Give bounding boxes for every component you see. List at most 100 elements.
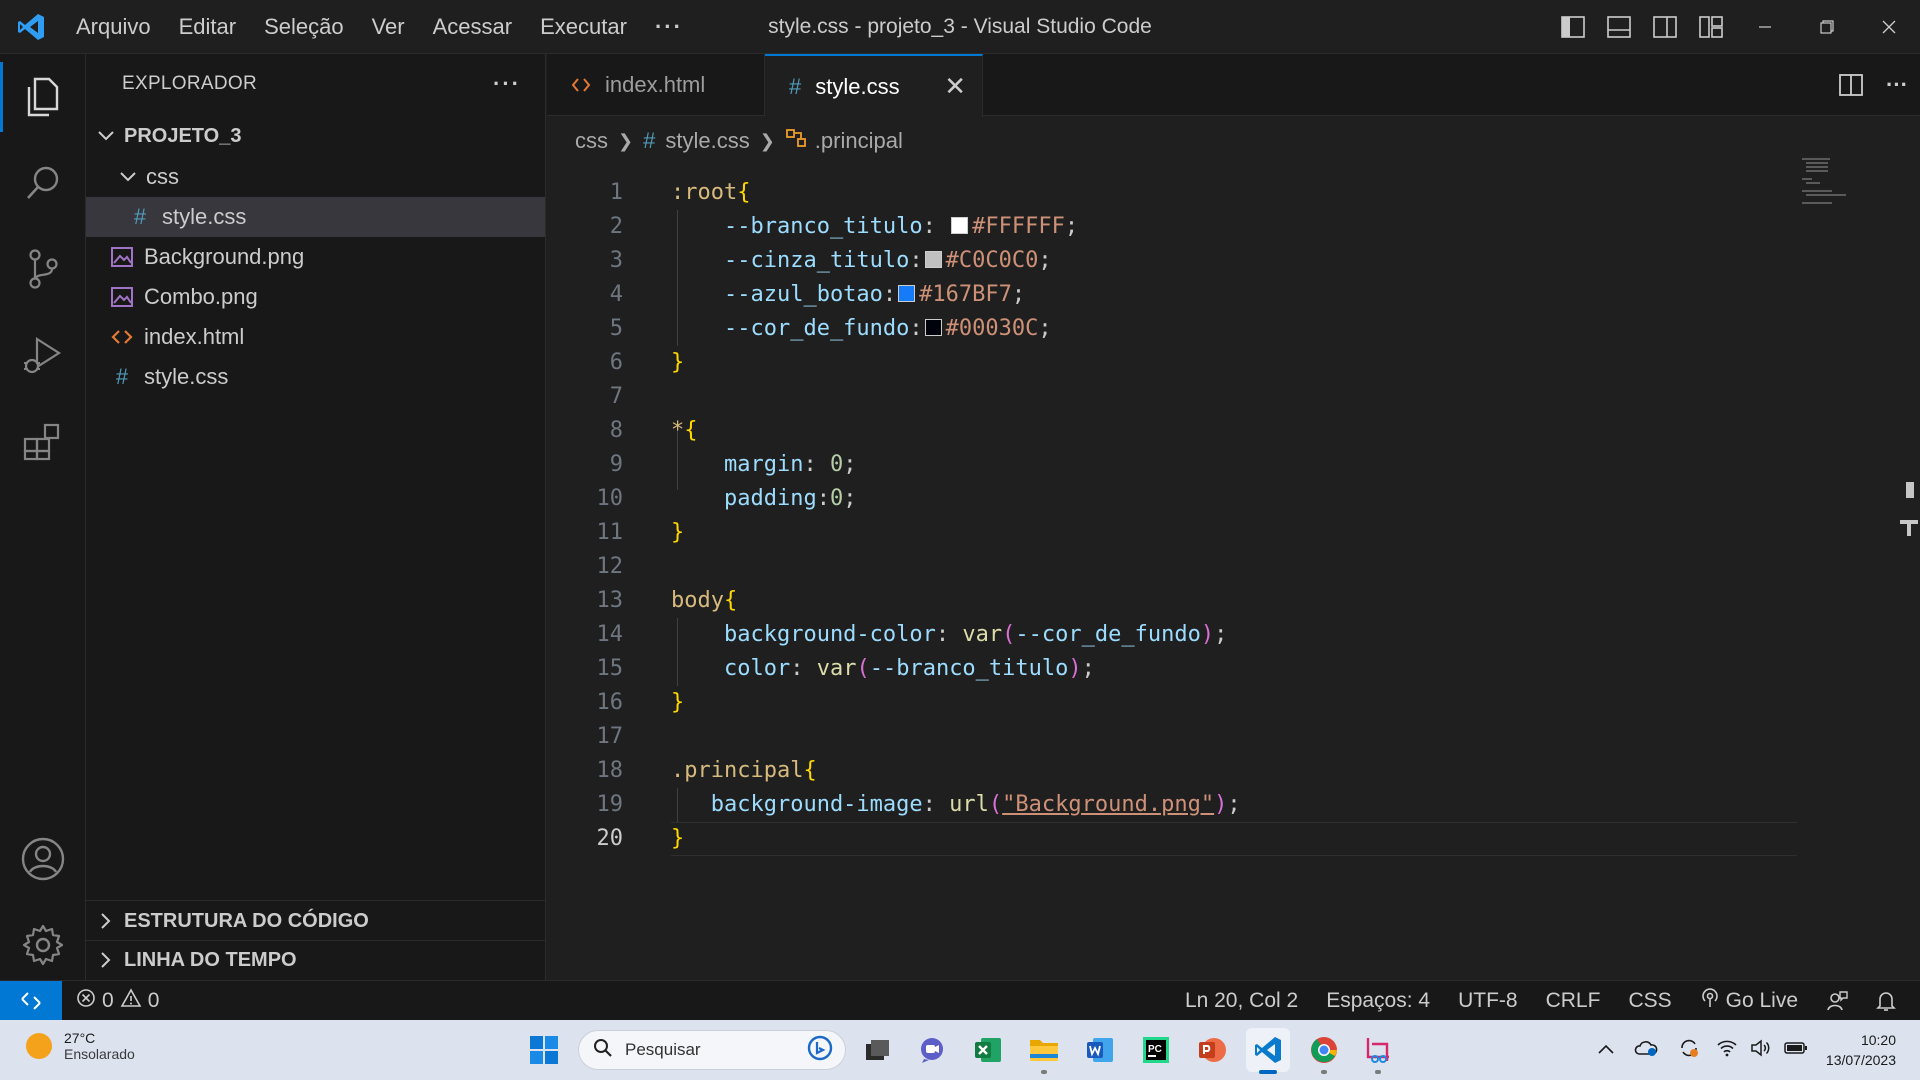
split-editor-icon[interactable] — [1828, 58, 1874, 112]
file-explorer-icon[interactable] — [1022, 1028, 1066, 1074]
language-mode[interactable]: CSS — [1614, 989, 1685, 1013]
menu-arquivo[interactable]: Arquivo — [62, 0, 165, 54]
sync-icon[interactable] — [1668, 1037, 1710, 1064]
system-tray: 10:20 13/07/2023 — [1588, 1020, 1920, 1080]
battery-icon[interactable] — [1778, 1040, 1814, 1061]
extensions-icon[interactable] — [0, 398, 86, 484]
teams-chat-icon[interactable] — [910, 1028, 954, 1072]
tree-folder-css[interactable]: css — [86, 157, 545, 197]
breadcrumb-symbol[interactable]: .principal — [815, 128, 903, 154]
chrome-icon[interactable] — [1302, 1028, 1346, 1074]
breadcrumb-file[interactable]: style.css — [665, 128, 749, 154]
line-number: 11 — [596, 520, 624, 545]
account-icon[interactable] — [0, 816, 86, 902]
explorer-icon[interactable] — [0, 54, 86, 140]
timeline-panel-header[interactable]: LINHA DO TEMPO — [86, 940, 545, 980]
problems-indicator[interactable]: 0 0 — [76, 987, 159, 1014]
explorer-more-button[interactable]: ··· — [493, 71, 521, 97]
feedback-icon[interactable] — [1812, 990, 1862, 1012]
tree-item-label: Combo.png — [144, 284, 258, 309]
settings-gear-icon[interactable] — [0, 902, 86, 988]
code-line: 1:root{ — [547, 176, 1797, 210]
taskbar-search-box[interactable]: Pesquisar — [578, 1030, 846, 1070]
pycharm-icon[interactable]: PC — [1134, 1028, 1178, 1072]
tree-file-style-css[interactable]: # style.css — [86, 357, 545, 397]
tree-file-css-style[interactable]: # style.css — [86, 197, 545, 237]
cursor-position[interactable]: Ln 20, Col 2 — [1171, 989, 1312, 1013]
close-tab-icon[interactable]: ✕ — [944, 71, 966, 102]
code-token: { — [684, 418, 698, 443]
tree-file-index-html[interactable]: index.html — [86, 317, 545, 357]
menu-editar[interactable]: Editar — [165, 0, 250, 54]
line-content: padding:0; — [671, 482, 856, 516]
tab-index-html[interactable]: index.html — [547, 54, 765, 116]
wifi-icon[interactable] — [1710, 1039, 1744, 1062]
run-debug-icon[interactable] — [0, 312, 86, 398]
toggle-primary-sidebar-icon[interactable] — [1550, 0, 1596, 54]
weather-widget[interactable]: 27°C Ensolarado — [26, 1030, 135, 1062]
toggle-secondary-sidebar-icon[interactable] — [1642, 0, 1688, 54]
line-content: *{ — [671, 414, 698, 448]
go-live-button[interactable]: Go Live — [1686, 988, 1812, 1014]
minimize-button[interactable] — [1734, 0, 1796, 54]
weather-description: Ensolarado — [64, 1046, 135, 1062]
outline-panel-header[interactable]: ESTRUTURA DO CÓDIGO — [86, 901, 545, 941]
code-token: } — [671, 520, 685, 545]
code-token: var — [962, 622, 1003, 647]
line-content: --branco_titulo: #FFFFFF; — [671, 210, 1078, 244]
task-view-icon[interactable] — [856, 1028, 900, 1072]
color-swatch[interactable] — [951, 217, 969, 234]
css-file-icon: # — [789, 73, 802, 99]
code-token: margin — [671, 452, 804, 477]
image-file-icon — [108, 287, 136, 307]
editor-more-actions-icon[interactable]: ··· — [1874, 58, 1920, 112]
minimap[interactable] — [1802, 156, 1850, 206]
eol-setting[interactable]: CRLF — [1532, 989, 1615, 1013]
project-root-folder[interactable]: PROJETO_3 — [86, 116, 545, 156]
volume-icon[interactable] — [1744, 1038, 1778, 1062]
chevron-up-icon[interactable] — [1588, 1041, 1624, 1059]
breadcrumb: css ❯ # style.css ❯ .principal — [575, 116, 903, 166]
timeline-panel-title: LINHA DO TEMPO — [124, 948, 297, 971]
menu-executar[interactable]: Executar — [526, 0, 641, 54]
indentation-setting[interactable]: Espaços: 4 — [1312, 989, 1444, 1013]
menu-acessar[interactable]: Acessar — [419, 0, 526, 54]
code-token: : — [922, 214, 950, 239]
code-token: : — [909, 316, 923, 341]
tree-item-label: index.html — [144, 324, 245, 349]
color-swatch[interactable] — [924, 251, 942, 268]
color-swatch[interactable] — [898, 285, 916, 302]
onedrive-icon[interactable] — [1624, 1039, 1668, 1062]
notifications-bell-icon[interactable] — [1862, 990, 1920, 1012]
windows-start-icon[interactable] — [522, 1028, 566, 1072]
line-number: 17 — [596, 724, 624, 749]
source-control-icon[interactable] — [0, 226, 86, 312]
tree-file-combo[interactable]: Combo.png — [86, 277, 545, 317]
excel-icon[interactable] — [966, 1028, 1010, 1072]
remote-indicator-icon[interactable] — [0, 980, 62, 1021]
restore-button[interactable] — [1796, 0, 1858, 54]
breadcrumb-folder[interactable]: css — [575, 128, 608, 154]
encoding-setting[interactable]: UTF-8 — [1444, 989, 1532, 1013]
menu-selecao[interactable]: Seleção — [250, 0, 358, 54]
code-token: ) — [1200, 622, 1215, 647]
system-clock[interactable]: 10:20 13/07/2023 — [1814, 1030, 1920, 1070]
menu-more-button[interactable]: ··· — [641, 0, 697, 54]
word-icon[interactable] — [1078, 1028, 1122, 1072]
code-token: var — [816, 656, 857, 681]
code-token: --branco_titulo — [671, 214, 923, 239]
customize-layout-icon[interactable] — [1688, 0, 1734, 54]
search-icon[interactable] — [0, 140, 86, 226]
line-number: 4 — [609, 282, 623, 307]
toggle-panel-icon[interactable] — [1596, 0, 1642, 54]
vscode-taskbar-icon[interactable] — [1246, 1028, 1290, 1074]
color-swatch[interactable] — [924, 319, 942, 336]
close-window-button[interactable] — [1858, 0, 1920, 54]
menu-ver[interactable]: Ver — [358, 0, 419, 54]
code-token: : — [882, 282, 897, 307]
snipping-tool-icon[interactable] — [1356, 1028, 1400, 1074]
tree-file-background[interactable]: Background.png — [86, 237, 545, 277]
code-token: background-image — [671, 792, 923, 817]
powerpoint-icon[interactable] — [1190, 1028, 1234, 1072]
tab-style-css[interactable]: # style.css ✕ — [765, 54, 983, 117]
